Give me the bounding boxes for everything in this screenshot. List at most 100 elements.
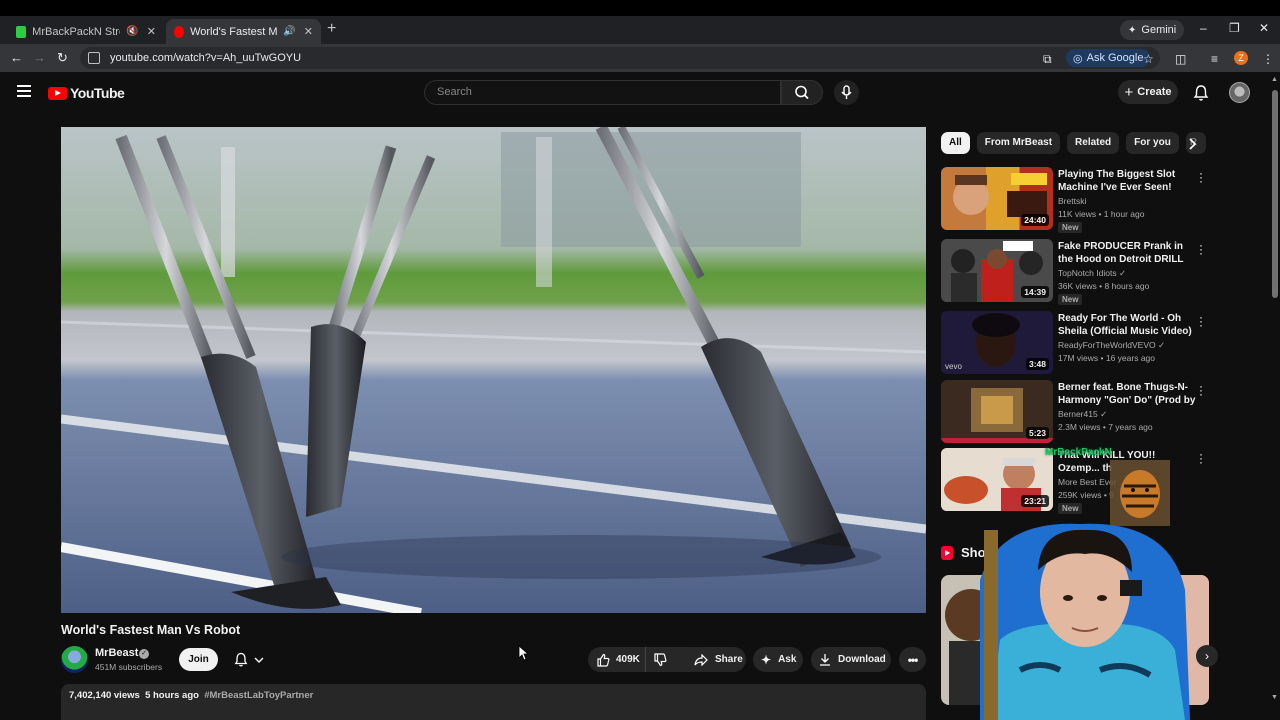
channel-avatar[interactable] (61, 646, 88, 673)
youtube-play-icon (48, 86, 67, 100)
minimize-window-icon[interactable]: – (1200, 21, 1207, 35)
verified-check-icon: ✓ (1158, 340, 1166, 350)
like-button[interactable]: 409K (588, 647, 646, 672)
webcam-image (980, 523, 1190, 720)
youtube-logo[interactable]: YouTube (48, 85, 125, 101)
recommendation-item[interactable]: 14:39 Fake PRODUCER Prank in the Hood on… (941, 239, 1209, 305)
more-horizontal-icon: ••• (907, 652, 919, 667)
bookmark-star-icon[interactable]: ☆ (1143, 52, 1154, 66)
tab-stream[interactable]: MrBackPackN Stream - Wa 🔇 ✕ (8, 19, 164, 44)
more-vertical-icon[interactable]: · · · (1199, 380, 1203, 400)
video-thumbnail[interactable]: vevo 3:48 (941, 311, 1053, 374)
close-tab-icon[interactable]: ✕ (304, 25, 313, 38)
recommendation-item[interactable]: 5:23 Berner feat. Bone Thugs-N-Harmony "… (941, 380, 1209, 444)
rec-meta: 2.3M views • 7 years ago (1058, 422, 1153, 432)
mouse-cursor-icon (518, 645, 528, 661)
hashtag-link[interactable]: #MrBeastLabToyPartner (204, 690, 313, 701)
maximize-window-icon[interactable]: ❐ (1229, 21, 1240, 35)
more-vertical-icon[interactable]: · · · (1199, 239, 1203, 259)
more-vertical-icon[interactable]: · · · (1199, 311, 1203, 331)
more-vertical-icon[interactable]: · · · (1199, 167, 1203, 187)
download-label: Download (838, 654, 886, 665)
share-button[interactable]: Share (686, 647, 746, 672)
menu-icon[interactable] (17, 85, 31, 97)
reload-icon[interactable]: ↻ (57, 50, 68, 66)
search-button[interactable] (781, 80, 823, 105)
plus-icon: + (1124, 83, 1134, 101)
voice-search-button[interactable] (834, 80, 859, 105)
chip-related[interactable]: Related (1067, 132, 1120, 154)
forward-arrow-icon[interactable]: → (33, 50, 46, 65)
rec-meta: 259K views • 9 (1058, 490, 1114, 500)
back-arrow-icon[interactable]: ← (10, 50, 23, 65)
profile-avatar[interactable]: Z (1234, 51, 1248, 65)
address-bar[interactable]: youtube.com/watch?v=Ah_uuTwGOYU (80, 47, 1160, 69)
video-title: World's Fastest Man Vs Robot (61, 623, 241, 637)
video-thumbnail[interactable]: 23:21 (941, 448, 1053, 511)
channel-name[interactable]: MrBeast (95, 647, 138, 659)
rec-channel: Berner415 ✓ (1058, 409, 1108, 419)
streamer-webcam-overlay (960, 520, 1210, 720)
scrollbar-thumb[interactable] (1272, 90, 1278, 298)
chip-for-you[interactable]: For you (1126, 132, 1179, 154)
rec-title: Ready For The World - Oh Sheila (Officia… (1058, 313, 1192, 337)
ask-button[interactable]: ✦ Ask (753, 647, 803, 672)
side-panel-icon[interactable]: ◫ (1175, 52, 1186, 66)
new-tab-button[interactable]: + (327, 20, 336, 38)
video-thumbnail[interactable]: 5:23 (941, 380, 1053, 443)
ask-google-button[interactable]: ◎ Ask Google (1066, 49, 1151, 67)
media-controls-icon[interactable]: ≡ (1211, 52, 1218, 66)
browser-menu-icon[interactable]: ⋮ (1262, 52, 1274, 66)
scroll-down-arrow-icon[interactable]: ▼ (1271, 694, 1278, 701)
site-info-icon[interactable] (88, 52, 100, 64)
video-frame (61, 127, 926, 613)
tiger-overlay-image (1110, 460, 1170, 526)
install-app-icon[interactable]: ⧉ (1043, 52, 1052, 67)
gemini-button[interactable]: ✦ Gemini (1120, 20, 1185, 40)
lens-icon: ◎ (1073, 52, 1083, 65)
chevron-right-icon[interactable] (1183, 134, 1203, 154)
youtube-wordmark: YouTube (70, 85, 125, 101)
screen-top-strip (0, 0, 1280, 16)
microphone-icon (841, 85, 852, 99)
close-window-icon[interactable]: ✕ (1259, 21, 1269, 35)
duration-badge: 5:23 (1025, 427, 1049, 439)
audio-playing-icon[interactable]: 🔊 (283, 26, 295, 37)
account-avatar[interactable] (1229, 82, 1250, 103)
create-button[interactable]: + Create (1118, 80, 1178, 104)
subscription-bell-button[interactable] (227, 648, 270, 671)
recommendation-item[interactable]: vevo 3:48 Ready For The World - Oh Sheil… (941, 311, 1209, 375)
thumbs-down-icon (654, 652, 667, 666)
muted-audio-icon[interactable]: 🔇 (126, 26, 138, 37)
search-icon (795, 85, 809, 100)
close-tab-icon[interactable]: ✕ (147, 25, 156, 38)
youtube-favicon-icon (174, 25, 185, 38)
video-thumbnail[interactable]: 24:40 (941, 167, 1053, 230)
video-player[interactable] (61, 127, 926, 613)
rec-meta: 17M views • 16 years ago (1058, 353, 1155, 363)
video-thumbnail[interactable]: 14:39 (941, 239, 1053, 302)
scroll-up-arrow-icon[interactable]: ▲ (1271, 76, 1278, 83)
recommendation-item[interactable]: 24:40 Playing The Biggest Slot Machine I… (941, 167, 1209, 233)
gemini-spark-icon: ✦ (1128, 24, 1137, 36)
filter-chips: All From MrBeast Related For you R (941, 132, 1206, 154)
dislike-button[interactable] (646, 652, 674, 667)
search-input[interactable]: Search (424, 80, 781, 105)
download-button[interactable]: Download (811, 647, 891, 672)
tab-youtube-video[interactable]: World's Fastest Man Vs Rob 🔊 ✕ (166, 19, 321, 44)
notifications-bell-icon[interactable] (1193, 84, 1209, 102)
rec-meta: 36K views • 8 hours ago (1058, 281, 1150, 291)
chip-from-mrbeast[interactable]: From MrBeast (976, 132, 1061, 154)
rec-channel: Brettski (1058, 196, 1087, 206)
create-label: Create (1137, 86, 1172, 98)
shorts-next-chevron-icon[interactable]: › (1196, 645, 1218, 667)
rec-channel: TopNotch Idiots ✓ (1058, 268, 1127, 278)
more-vertical-icon[interactable]: · · · (1199, 448, 1203, 468)
join-button[interactable]: Join (179, 648, 218, 671)
kick-favicon-icon (16, 25, 27, 38)
chip-all[interactable]: All (941, 132, 970, 154)
more-actions-button[interactable]: ••• (899, 647, 926, 672)
description-box[interactable]: 7,402,140 views 5 hours ago #MrBeastLabT… (61, 684, 926, 720)
verified-check-icon: ✓ (139, 649, 149, 659)
rec-title: Fake PRODUCER Prank in the Hood on Detro… (1058, 241, 1184, 265)
